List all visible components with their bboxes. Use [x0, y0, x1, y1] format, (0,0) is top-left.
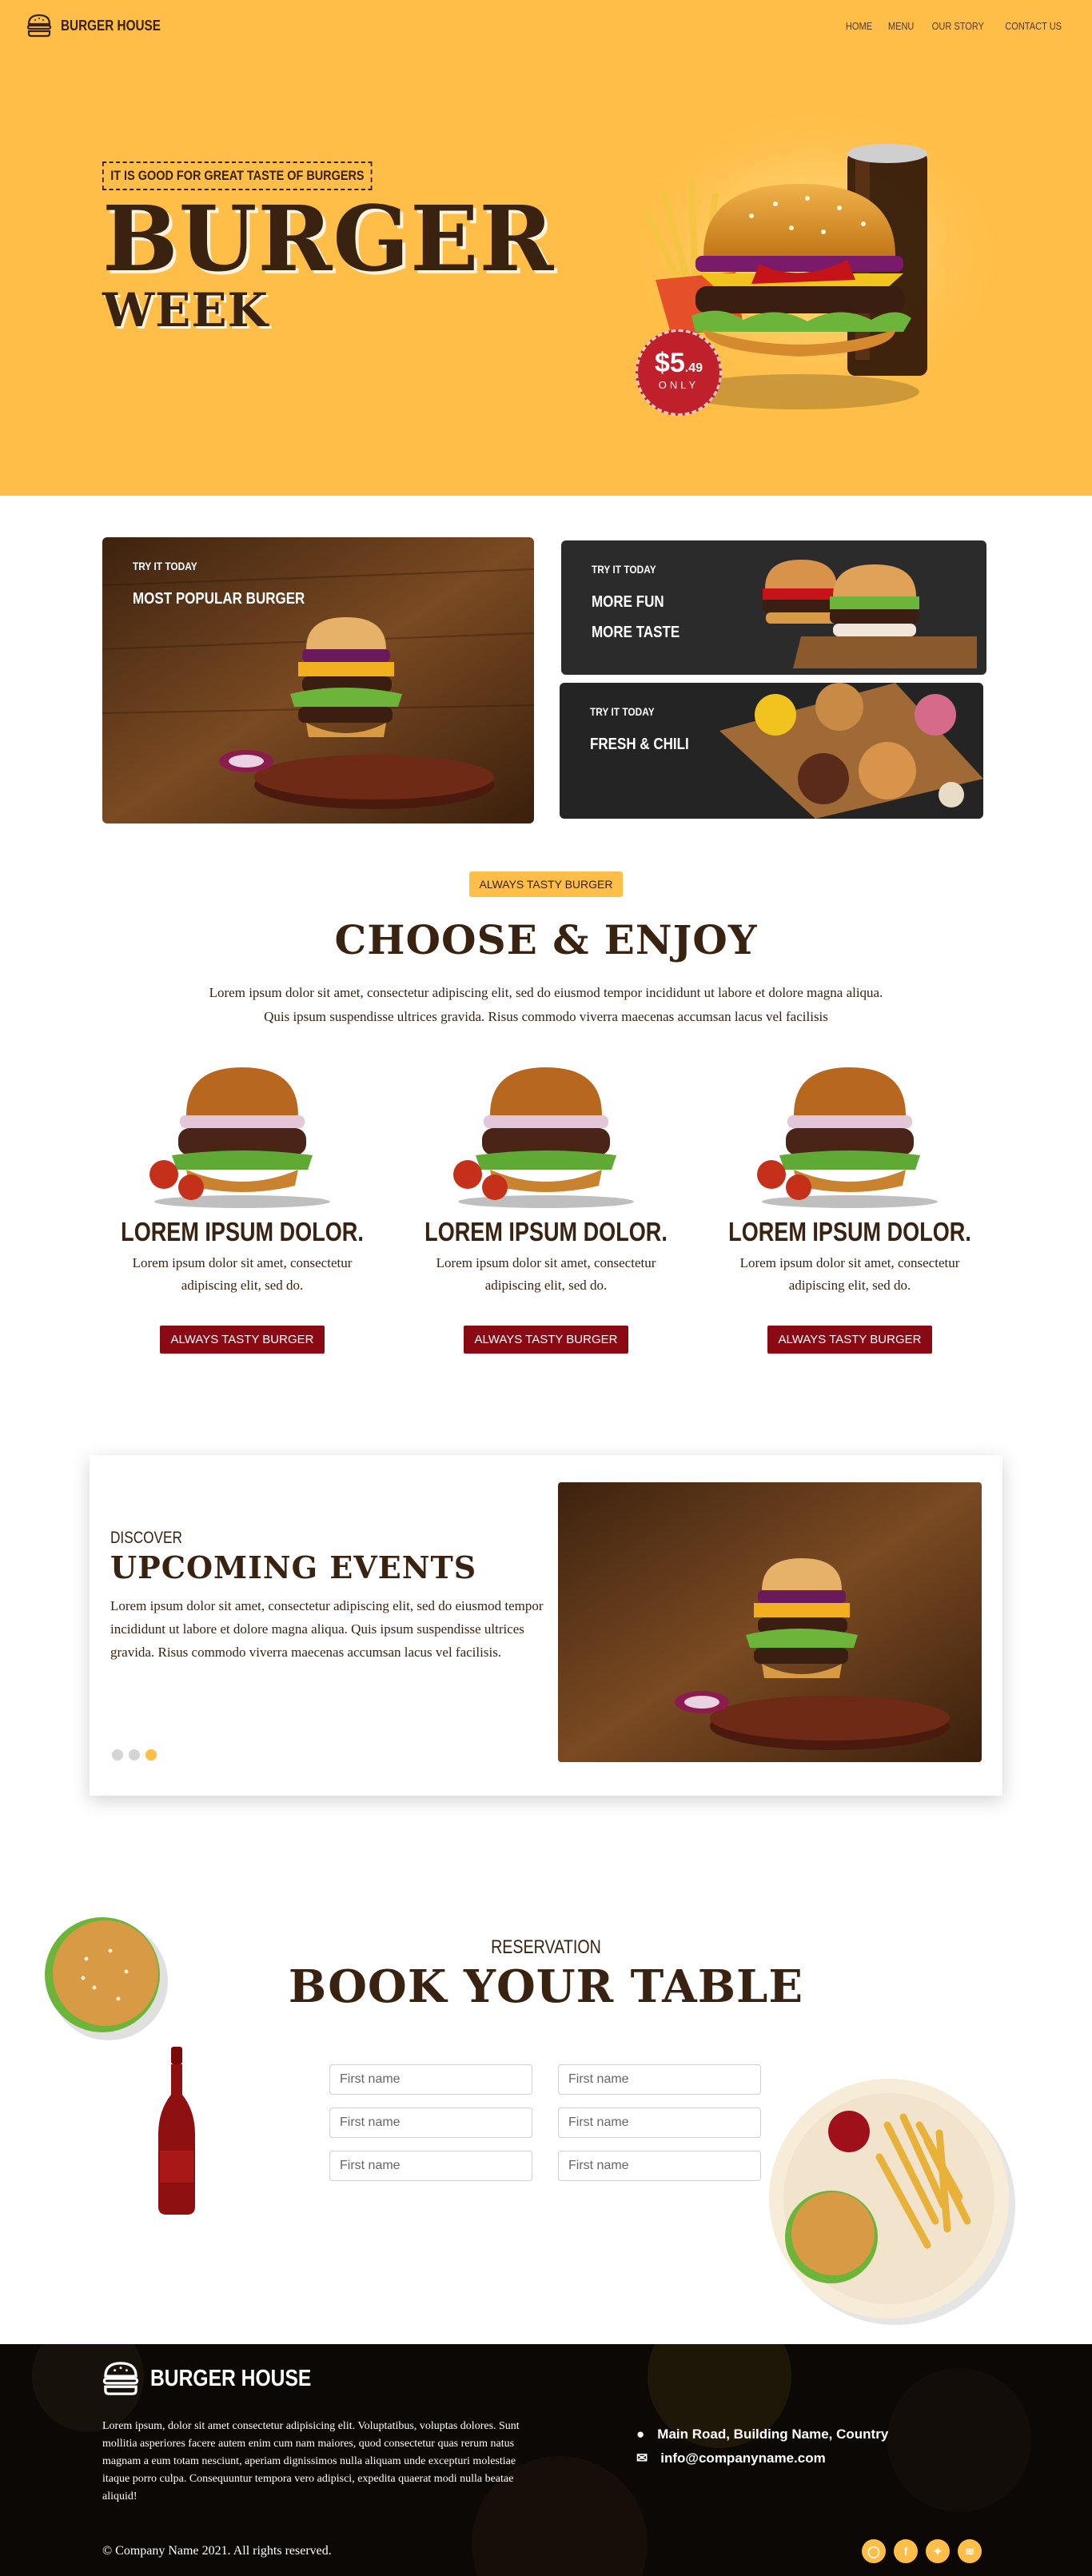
top-nav: BURGER HOUSE HOME MENU OUR STORY CONTACT…	[0, 0, 1092, 51]
promo-tag: TRY IT TODAY	[592, 563, 656, 576]
events-card: DISCOVER UPCOMING EVENTS Lorem ipsum dol…	[90, 1455, 1002, 1796]
twitter-icon[interactable]: ✦	[926, 2539, 950, 2563]
rss-icon[interactable]: ≋	[958, 2539, 982, 2563]
booking-title: BOOK YOUR TABLE	[288, 1960, 804, 2013]
site-footer: BURGER HOUSE Lorem ipsum, dolor sit amet…	[0, 2344, 1092, 2576]
footer-email-link[interactable]: info@companyname.com	[660, 2446, 825, 2470]
reservation-label: RESERVATION	[491, 1936, 601, 1958]
hero-title: BURGER	[102, 187, 555, 292]
burger-logo-icon	[26, 14, 52, 38]
map-marker-icon: ●	[636, 2426, 645, 2442]
product-cards: LOREM IPSUM DOLOR. Lorem ipsum dolor sit…	[0, 1051, 1092, 1354]
promo-tag: TRY IT TODAY	[133, 560, 197, 572]
carousel-dot-active[interactable]	[145, 1749, 157, 1761]
social-links: ◯ f ✦ ≋	[862, 2539, 982, 2563]
events-section: DISCOVER UPCOMING EVENTS Lorem ipsum dol…	[0, 1455, 1092, 1887]
first-name-field[interactable]	[329, 2064, 532, 2095]
promo-card-more-fun[interactable]: TRY IT TODAY MORE FUN MORE TASTE	[561, 540, 986, 675]
events-text: Lorem ipsum dolor sit amet, consectetur …	[110, 1598, 544, 1660]
product-button[interactable]: ALWAYS TASTY BURGER	[463, 1326, 629, 1354]
product-burger-image	[453, 1067, 634, 1208]
promo-section: TRY IT TODAY MOST POPULAR BURGER TRY IT …	[0, 496, 1092, 839]
product-card: LOREM IPSUM DOLOR. Lorem ipsum dolor sit…	[698, 1051, 1002, 1354]
footer-brand-name: BURGER HOUSE	[150, 2365, 312, 2391]
reservation-form	[329, 2064, 761, 2181]
choose-section: ALWAYS TASTY BURGER CHOOSE & ENJOY Lorem…	[0, 839, 1092, 1455]
choose-lead-line: Lorem ipsum dolor sit amet, consectetur …	[209, 985, 883, 1000]
product-card: LOREM IPSUM DOLOR. Lorem ipsum dolor sit…	[394, 1051, 698, 1354]
promo-title-line: MORE TASTE	[592, 624, 680, 641]
carousel-dot[interactable]	[129, 1749, 140, 1761]
envelope-icon: ✉	[636, 2450, 648, 2466]
copyright: © Company Name 2021. All rights reserved…	[102, 2544, 332, 2558]
nav-link-home[interactable]: HOME	[846, 20, 872, 32]
promo-image-burger-board	[102, 537, 534, 823]
product-button[interactable]: ALWAYS TASTY BURGER	[767, 1326, 933, 1354]
first-name-field[interactable]	[329, 2151, 532, 2181]
promo-tag: TRY IT TODAY	[590, 705, 655, 718]
burger-logo-icon	[102, 2362, 139, 2395]
price-note: ONLY	[658, 379, 699, 391]
product-text: Lorem ipsum dolor sit amet, consectetur …	[132, 1255, 353, 1293]
nav-link-contact-us[interactable]: CONTACT US	[1005, 20, 1062, 32]
promo-title: MORE FUN MORE TASTE	[592, 587, 680, 648]
carousel-dot[interactable]	[112, 1749, 123, 1761]
hero-subtitle: WEEK	[102, 283, 269, 337]
promo-title: MOST POPULAR BURGER	[133, 590, 305, 608]
events-label: DISCOVER	[110, 1529, 182, 1547]
first-name-field[interactable]	[558, 2064, 761, 2095]
hero-tagline: IT IS GOOD FOR GREAT TASTE OF BURGERS	[102, 161, 373, 190]
promo-title-line: MORE FUN	[592, 593, 664, 611]
first-name-field[interactable]	[558, 2151, 761, 2181]
product-title: LOREM IPSUM DOLOR.	[424, 1217, 668, 1246]
product-text: Lorem ipsum dolor sit amet, consectetur …	[739, 1255, 960, 1293]
product-card: LOREM IPSUM DOLOR. Lorem ipsum dolor sit…	[90, 1051, 394, 1354]
nav-links: HOME MENU OUR STORY CONTACT US	[843, 20, 1066, 32]
price-cents: .49	[684, 361, 703, 375]
footer-brand[interactable]: BURGER HOUSE	[101, 2359, 340, 2399]
events-title: UPCOMING EVENTS	[110, 1549, 477, 1585]
price-badge: $5.49 ONLY	[636, 329, 722, 416]
product-title: LOREM IPSUM DOLOR.	[121, 1217, 364, 1246]
choose-title: CHOOSE & ENJOY	[334, 916, 758, 963]
fries-plate-image	[769, 2079, 1015, 2325]
promo-card-fresh-chili[interactable]: TRY IT TODAY FRESH & CHILI	[560, 683, 983, 819]
choose-lead-line: Quis ipsum suspendisse ultrices gravida.…	[264, 1009, 828, 1024]
footer-text: Lorem ipsum, dolor sit amet consectetur …	[102, 2420, 520, 2502]
brand-logo[interactable]: BURGER HOUSE	[26, 12, 178, 39]
facebook-icon[interactable]: f	[894, 2539, 918, 2563]
nav-link-our-story[interactable]: OUR STORY	[932, 20, 984, 32]
footer-contact: ● Main Road, Building Name, Country ✉ info…	[636, 2422, 888, 2470]
choose-badge: ALWAYS TASTY BURGER	[469, 871, 623, 897]
footer-address: Main Road, Building Name, Country	[657, 2426, 889, 2442]
product-burger-image	[149, 1067, 330, 1208]
brand-name: BURGER HOUSE	[61, 17, 161, 34]
events-burger-image	[558, 1482, 982, 1762]
nav-link-menu[interactable]: MENU	[887, 20, 914, 32]
hero-section: BURGER HOUSE HOME MENU OUR STORY CONTACT…	[0, 0, 1092, 496]
carousel-dots	[112, 1749, 157, 1761]
booking-section: RESERVATION BOOK YOUR TABLE	[0, 1887, 1092, 2344]
product-text: Lorem ipsum dolor sit amet, consectetur …	[436, 1255, 656, 1293]
product-title: LOREM IPSUM DOLOR.	[728, 1217, 971, 1246]
product-burger-image	[757, 1067, 938, 1208]
choose-lead: Lorem ipsum dolor sit amet, consectetur …	[0, 981, 1092, 1029]
product-button[interactable]: ALWAYS TASTY BURGER	[159, 1326, 325, 1354]
promo-title: FRESH & CHILI	[590, 736, 689, 753]
promo-card-popular[interactable]: TRY IT TODAY MOST POPULAR BURGER	[102, 537, 534, 823]
hot-sauce-bottle-image	[158, 2047, 195, 2215]
first-name-field[interactable]	[558, 2107, 761, 2138]
instagram-icon[interactable]: ◯	[862, 2539, 886, 2563]
first-name-field[interactable]	[329, 2107, 532, 2138]
price-amount: $5	[654, 348, 685, 378]
events-image	[558, 1482, 982, 1762]
